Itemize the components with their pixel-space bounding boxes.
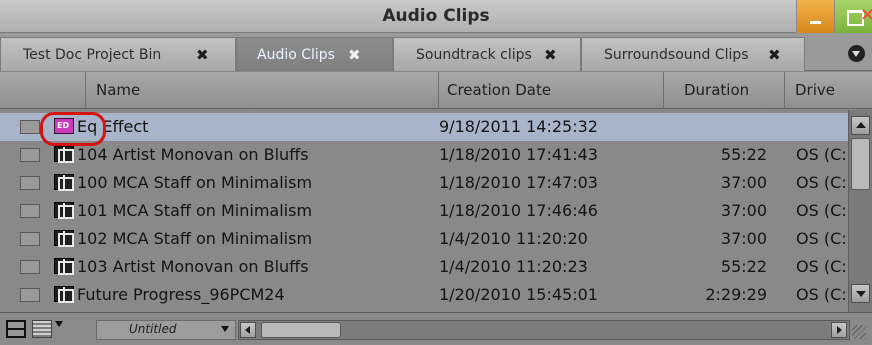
creation-date: 1/18/2010 17:46:46 <box>439 201 598 220</box>
drive: OS (C: <box>796 201 847 220</box>
column-header-duration[interactable]: Duration <box>663 72 784 109</box>
close-tab-icon[interactable]: ✖ <box>768 46 781 64</box>
drive: OS (C: <box>796 173 847 192</box>
close-tab-icon[interactable]: ✖ <box>348 46 361 64</box>
clip-name: Eq Effect <box>77 117 149 136</box>
clip-name: 103 Artist Monovan on Bluffs <box>77 257 309 276</box>
effect-icon <box>54 118 74 134</box>
clip-icon <box>54 202 74 219</box>
clip-name: 100 MCA Staff on Minimalism <box>77 173 313 192</box>
tab-menu-icon[interactable] <box>848 45 865 62</box>
horizontal-scrollbar[interactable] <box>238 320 850 340</box>
table-row[interactable]: Future Progress_96PCM24 1/20/2010 15:45:… <box>0 281 848 309</box>
row-select-box[interactable] <box>20 148 40 162</box>
tab-label: Surroundsound Clips <box>604 47 749 63</box>
tab-label: Test Doc Project Bin <box>23 47 162 63</box>
list-view-icon[interactable] <box>32 320 52 338</box>
horizontal-scroll-thumb[interactable] <box>261 322 341 338</box>
scroll-up-icon[interactable] <box>851 116 870 135</box>
vertical-scroll-thumb[interactable] <box>851 138 870 190</box>
table-row[interactable]: 100 MCA Staff on Minimalism 1/18/2010 17… <box>0 169 848 197</box>
bin-view-name: Untitled <box>129 322 177 336</box>
tab-soundtrack-clips[interactable]: Soundtrack clips ✖ <box>393 37 581 71</box>
clip-name: Future Progress_96PCM24 <box>77 285 285 304</box>
clip-list: Eq Effect 9/18/2011 14:25:32 104 Artist … <box>0 110 848 312</box>
clip-icon <box>54 146 74 163</box>
tab-label: Audio Clips <box>257 47 335 63</box>
clip-name: 101 MCA Staff on Minimalism <box>77 201 313 220</box>
duration: 37:00 <box>720 201 767 220</box>
clip-name: 102 MCA Staff on Minimalism <box>77 229 313 248</box>
table-row[interactable]: 103 Artist Monovan on Bluffs 1/4/2010 11… <box>0 253 848 281</box>
tab-surroundsound-clips[interactable]: Surroundsound Clips ✖ <box>581 37 805 71</box>
clip-icon <box>54 258 74 275</box>
column-label: Drive <box>795 81 835 99</box>
table-row[interactable]: Eq Effect 9/18/2011 14:25:32 <box>0 113 848 141</box>
column-header: Name Creation Date Duration Drive <box>0 72 872 109</box>
close-button[interactable]: × <box>860 4 872 25</box>
drive: OS (C: <box>796 285 847 304</box>
clip-icon <box>54 230 74 247</box>
drive: OS (C: <box>796 229 847 248</box>
resize-grip-icon[interactable] <box>852 325 866 339</box>
row-select-box[interactable] <box>20 288 40 302</box>
creation-date: 1/18/2010 17:47:03 <box>439 173 598 192</box>
table-row[interactable]: 104 Artist Monovan on Bluffs 1/18/2010 1… <box>0 141 848 169</box>
bin-window: Audio Clips × Test Doc Project Bin ✖ Aud… <box>0 0 872 345</box>
row-select-box[interactable] <box>20 260 40 274</box>
column-header-drive[interactable]: Drive <box>784 72 872 109</box>
creation-date: 9/18/2011 14:25:32 <box>439 117 598 136</box>
row-select-box[interactable] <box>20 204 40 218</box>
tab-test-doc-project-bin[interactable]: Test Doc Project Bin ✖ <box>0 37 236 71</box>
title-bar[interactable]: Audio Clips × <box>0 0 872 33</box>
scroll-down-icon[interactable] <box>851 284 870 303</box>
column-header-creation-date[interactable]: Creation Date <box>438 72 663 109</box>
column-label: Name <box>96 81 141 99</box>
minimize-button[interactable] <box>796 0 834 33</box>
table-row[interactable]: 101 MCA Staff on Minimalism 1/18/2010 17… <box>0 197 848 225</box>
column-header-name[interactable]: Name <box>85 72 438 109</box>
creation-date: 1/20/2010 15:45:01 <box>439 285 598 304</box>
tab-label: Soundtrack clips <box>416 47 532 63</box>
creation-date: 1/18/2010 17:41:43 <box>439 145 598 164</box>
vertical-scrollbar[interactable] <box>848 110 872 312</box>
scroll-right-icon[interactable] <box>831 322 847 338</box>
clip-name: 104 Artist Monovan on Bluffs <box>77 145 309 164</box>
row-select-box[interactable] <box>20 120 40 134</box>
window-title: Audio Clips <box>382 6 490 26</box>
bin-bottom-toolbar: Untitled <box>0 312 872 345</box>
duration: 55:22 <box>720 145 767 164</box>
creation-date: 1/4/2010 11:20:20 <box>439 229 588 248</box>
bin-menu-icon[interactable] <box>55 321 63 327</box>
tab-bar: Test Doc Project Bin ✖ Audio Clips ✖ Sou… <box>0 33 872 71</box>
duration: 37:00 <box>720 173 767 192</box>
drive: OS (C: <box>796 257 847 276</box>
table-row[interactable]: 102 MCA Staff on Minimalism 1/4/2010 11:… <box>0 225 848 253</box>
clip-icon <box>54 286 74 303</box>
column-label: Creation Date <box>447 81 552 99</box>
column-label: Duration <box>684 81 750 99</box>
clip-icon <box>54 174 74 191</box>
close-tab-icon[interactable]: ✖ <box>196 46 209 64</box>
duration: 37:00 <box>720 229 767 248</box>
creation-date: 1/4/2010 11:20:23 <box>439 257 588 276</box>
bin-view-selector[interactable]: Untitled <box>96 320 236 340</box>
row-select-box[interactable] <box>20 232 40 246</box>
chevron-down-icon <box>221 326 229 332</box>
row-select-box[interactable] <box>20 176 40 190</box>
tab-audio-clips[interactable]: Audio Clips ✖ <box>236 37 393 71</box>
duration: 55:22 <box>720 257 767 276</box>
duration: 2:29:29 <box>705 285 767 304</box>
scroll-left-icon[interactable] <box>240 322 256 338</box>
frame-view-icon[interactable] <box>6 320 26 338</box>
column-select[interactable] <box>0 72 85 109</box>
close-tab-icon[interactable]: ✖ <box>544 46 557 64</box>
drive: OS (C: <box>796 145 847 164</box>
